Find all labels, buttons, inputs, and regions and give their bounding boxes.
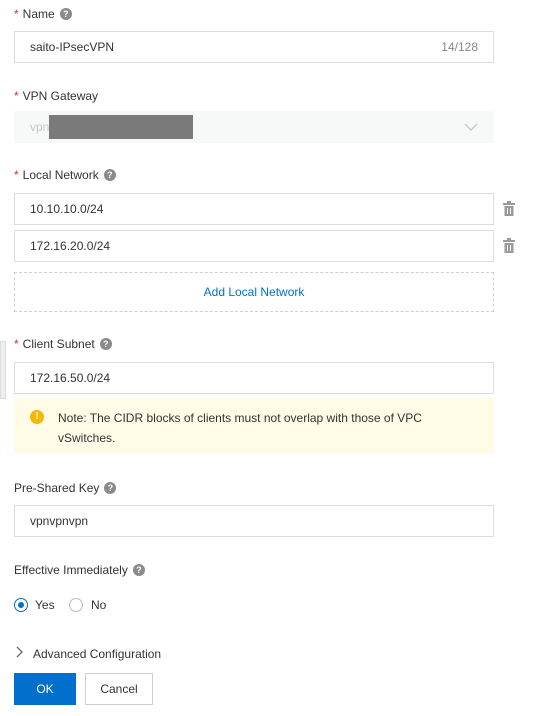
local-network-input[interactable]: 10.10.10.0/24: [14, 193, 494, 225]
trash-icon[interactable]: [502, 201, 516, 220]
chevron-down-icon: [464, 120, 478, 134]
radio-button-checked[interactable]: [14, 598, 28, 612]
client-subnet-note: ! Note: The CIDR blocks of clients must …: [14, 398, 494, 454]
cancel-button[interactable]: Cancel: [85, 673, 153, 705]
help-icon[interactable]: ?: [103, 169, 116, 181]
warning-icon: !: [30, 410, 44, 424]
pre-shared-key-label: Pre-Shared Key ?: [14, 481, 117, 495]
help-icon[interactable]: ?: [59, 8, 72, 20]
ok-button[interactable]: OK: [14, 673, 76, 705]
name-input[interactable]: saito-IPsecVPN 14/128: [14, 31, 494, 63]
trash-icon[interactable]: [502, 238, 516, 257]
local-network-input[interactable]: 172.16.20.0/24: [14, 230, 494, 262]
help-icon[interactable]: ?: [99, 338, 112, 350]
chevron-right-icon: [16, 646, 24, 661]
add-local-network-button[interactable]: Add Local Network: [14, 272, 494, 312]
effective-immediately-label: Effective Immediately ?: [14, 563, 145, 577]
radio-no[interactable]: No: [69, 598, 106, 612]
help-icon[interactable]: ?: [104, 482, 117, 494]
radio-button[interactable]: [69, 598, 83, 612]
advanced-configuration-toggle[interactable]: Advanced Configuration: [16, 646, 161, 661]
redaction-mask: [49, 115, 193, 139]
local-network-label: * Local Network ?: [14, 168, 116, 182]
client-subnet-label: * Client Subnet ?: [14, 337, 112, 351]
client-subnet-input[interactable]: 172.16.50.0/24: [14, 362, 494, 394]
pre-shared-key-input[interactable]: vpnvpnvpn: [14, 505, 494, 537]
character-counter: 14/128: [441, 40, 478, 54]
help-icon[interactable]: ?: [132, 564, 145, 576]
radio-yes[interactable]: Yes: [14, 598, 55, 612]
side-panel-handle[interactable]: [0, 341, 6, 399]
vpn-gateway-label: * VPN Gateway: [14, 89, 99, 103]
name-label: * Name ?: [14, 7, 72, 21]
